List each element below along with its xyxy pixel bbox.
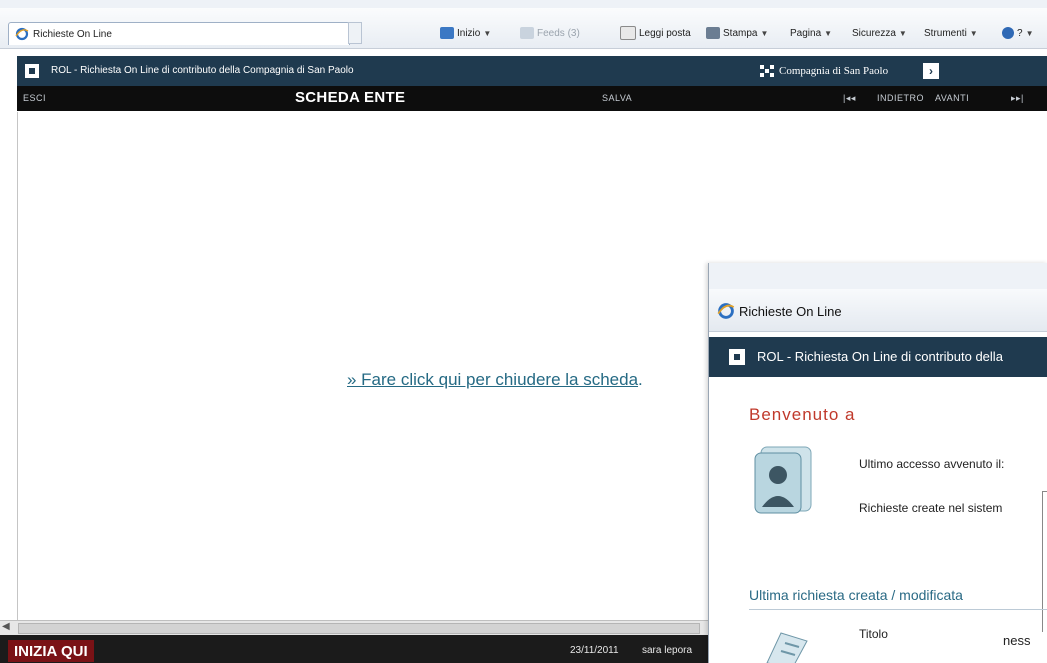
last-request-heading: Ultima richiesta creata / modificata [749, 587, 963, 603]
close-sheet-link[interactable]: » Fare click qui per chiudere la scheda [347, 370, 638, 389]
save-button[interactable]: SALVA [602, 93, 632, 103]
taskbar-user: sara lepora [642, 645, 693, 656]
feeds-button[interactable]: Feeds (3) [520, 25, 580, 41]
help-icon [1002, 27, 1014, 39]
printer-icon [706, 27, 720, 39]
home-icon [440, 27, 454, 39]
chevron-down-icon: ▼ [760, 28, 769, 38]
title-label: Titolo [859, 627, 888, 641]
ie-logo-icon [717, 302, 735, 320]
home-button[interactable]: Inizio ▼ [440, 25, 491, 41]
chevron-down-icon: ▼ [898, 28, 907, 38]
document-icon [761, 627, 813, 663]
scroll-left-icon[interactable]: ◀ [2, 621, 10, 632]
mail-icon [620, 26, 636, 40]
chevron-down-icon: ▼ [483, 28, 492, 38]
browser-tab-label: Richieste On Line [33, 28, 112, 40]
horizontal-scrollbar[interactable]: ◀ [0, 620, 710, 635]
page-header: ROL - Richiesta On Line di contributo de… [17, 56, 1047, 86]
read-mail-button[interactable]: Leggi posta [620, 25, 691, 41]
header-square-icon [25, 64, 39, 78]
header-square-icon [729, 349, 745, 365]
brand-link[interactable]: Compagnia di San Paolo [759, 64, 888, 78]
feed-icon [520, 27, 534, 39]
start-button[interactable]: INIZIA QUI [8, 640, 94, 662]
browser-tab[interactable]: Richieste On Line [8, 22, 350, 45]
brand-name: Compagnia di San Paolo [779, 65, 889, 77]
title-value: ness [1003, 633, 1031, 648]
overlay-page-title: ROL - Richiesta On Line di contributo de… [757, 349, 1003, 364]
overlay-browser-tab[interactable]: Richieste On Line [717, 299, 842, 323]
help-menu[interactable]: ? ▼ [1002, 25, 1033, 41]
overlay-tab-label: Richieste On Line [739, 303, 842, 319]
ie-logo-icon [15, 27, 29, 41]
first-button[interactable]: |◂◂ [843, 93, 856, 104]
next-button[interactable]: AVANTI [935, 93, 969, 103]
section-title: SCHEDA ENTE [295, 89, 406, 106]
overlay-window: Richieste On Line ROL - Richiesta On Lin… [708, 263, 1047, 663]
print-button[interactable]: Stampa ▼ [706, 25, 768, 41]
back-button[interactable]: INDIETRO [877, 93, 924, 103]
exit-button[interactable]: ESCI [23, 93, 46, 103]
requests-created-label: Richieste create nel sistem [859, 501, 1003, 515]
overlay-side-frame [1042, 491, 1047, 632]
chevron-down-icon: ▼ [824, 28, 833, 38]
brand-logo-icon [759, 64, 775, 78]
scrollbar-thumb[interactable] [18, 623, 700, 634]
page-title: ROL - Richiesta On Line di contributo de… [51, 65, 354, 76]
arrow-right-icon[interactable]: › [923, 63, 939, 79]
close-sheet-text: » Fare click qui per chiudere la scheda. [347, 370, 643, 390]
tools-menu[interactable]: Strumenti ▼ [924, 25, 978, 41]
user-avatar-icon [753, 441, 815, 515]
divider [749, 609, 1047, 610]
page-menu[interactable]: Pagina ▼ [790, 25, 832, 41]
chevron-down-icon: ▼ [1025, 28, 1034, 38]
close-sheet-suffix: . [638, 370, 643, 389]
safety-menu[interactable]: Sicurezza ▼ [852, 25, 907, 41]
welcome-heading: Benvenuto a [749, 405, 856, 424]
new-tab-button[interactable] [348, 22, 362, 44]
overlay-page-header: ROL - Richiesta On Line di contributo de… [709, 337, 1047, 377]
last-access-label: Ultimo accesso avvenuto il: [859, 457, 1005, 471]
overlay-favorites-bar [709, 263, 1047, 290]
page-toolbar: ESCI SCHEDA ENTE SALVA |◂◂ INDIETRO AVAN… [17, 86, 1047, 111]
taskbar-date: 23/11/2011 [570, 645, 619, 656]
chevron-down-icon: ▼ [969, 28, 978, 38]
last-button[interactable]: ▸▸| [1011, 93, 1024, 104]
